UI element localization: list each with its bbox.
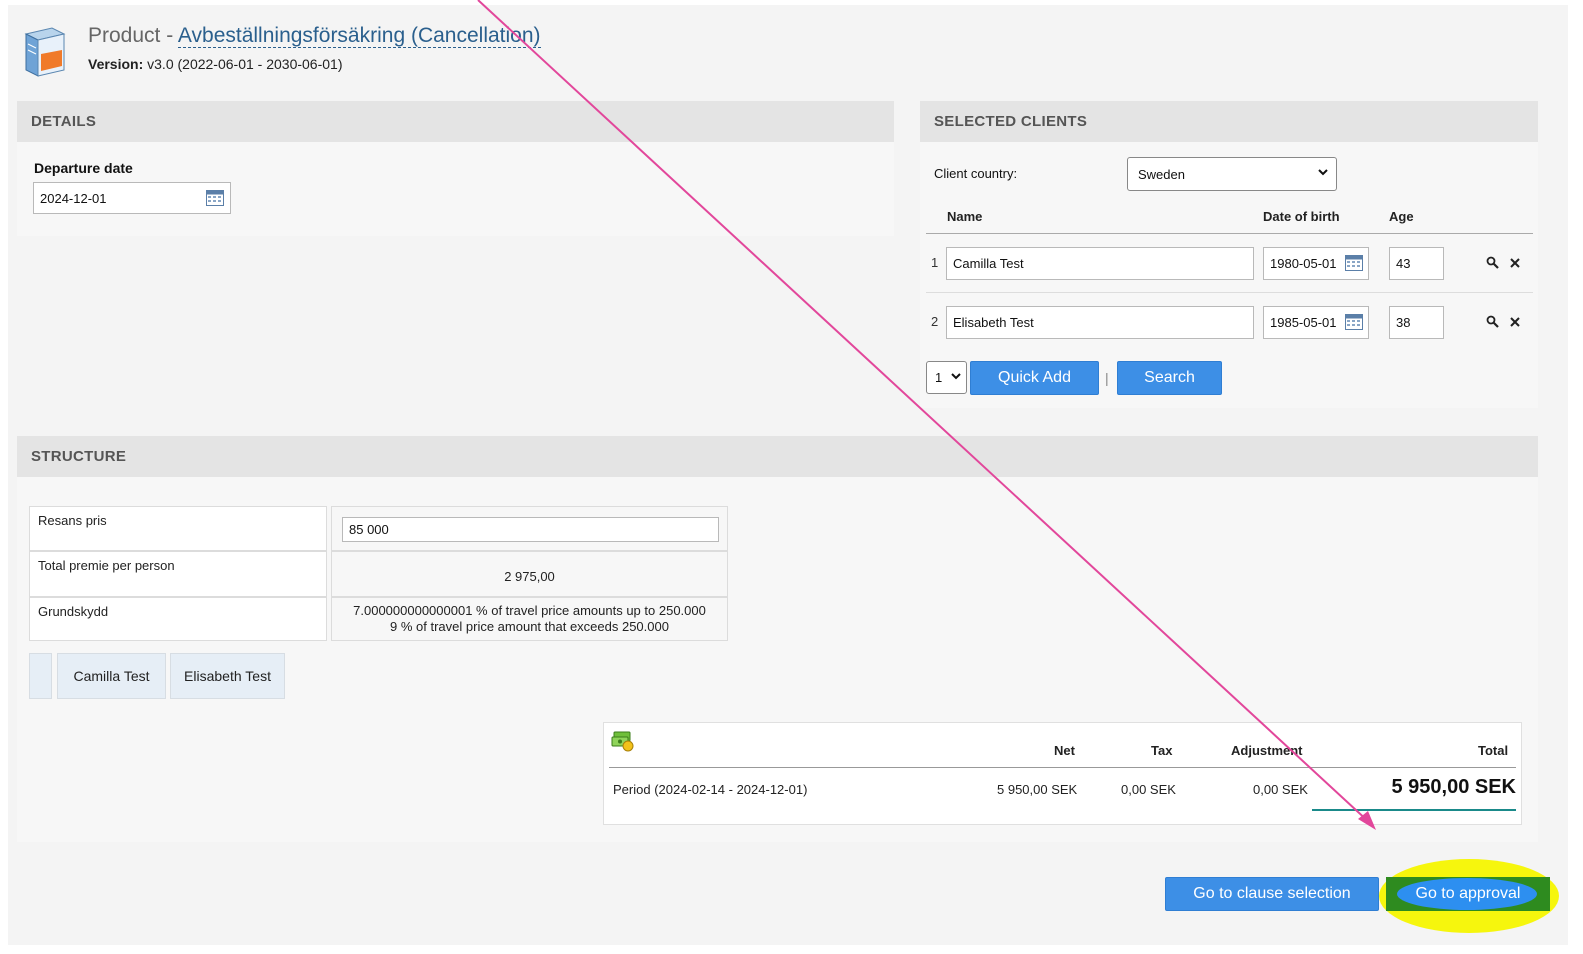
close-icon[interactable]: [1509, 316, 1521, 328]
client-age-input[interactable]: 38: [1389, 306, 1444, 339]
client-age-value: 38: [1396, 315, 1411, 330]
version-info: Version: v3.0 (2022-06-01 - 2030-06-01): [88, 56, 342, 72]
departure-date-input[interactable]: 2024-12-01: [33, 182, 231, 214]
period-label: Period (2024-02-14 - 2024-12-01): [613, 782, 808, 797]
version-label: Version:: [88, 56, 144, 72]
client-dob-value: 1980-05-01: [1270, 256, 1337, 271]
product-box-icon: [24, 27, 66, 77]
travel-price-value: 85 000: [349, 521, 389, 537]
chevron-down-icon: [951, 372, 961, 379]
go-to-clause-selection-button[interactable]: Go to clause selection: [1165, 877, 1379, 911]
quick-add-count-value: 1: [935, 370, 943, 385]
search-icon[interactable]: [1486, 315, 1500, 329]
selected-clients-heading: SELECTED CLIENTS: [920, 101, 1538, 142]
col-dob: Date of birth: [1263, 209, 1340, 224]
premium-value: 2 975,00: [331, 551, 728, 597]
chip-blank: [29, 653, 52, 699]
header-divider: [926, 233, 1533, 234]
col-net: Net: [1054, 743, 1075, 758]
structure-label: Resans pris: [29, 506, 327, 551]
adjustment-value: 0,00 SEK: [1253, 782, 1308, 797]
departure-date-value: 2024-12-01: [40, 190, 107, 206]
row-number: 1: [931, 255, 939, 270]
tax-value: 0,00 SEK: [1121, 782, 1176, 797]
row-divider: [926, 292, 1533, 293]
col-name: Name: [947, 209, 983, 224]
go-to-approval-button[interactable]: Go to approval: [1386, 877, 1550, 911]
details-heading: DETAILS: [17, 101, 894, 142]
product-title-link[interactable]: Avbeställningsförsäkring (Cancellation): [177, 24, 541, 48]
quick-add-count-select[interactable]: 1: [926, 361, 967, 394]
col-tax: Tax: [1151, 743, 1173, 758]
client-country-value: Sweden: [1138, 166, 1185, 182]
client-name-value: Elisabeth Test: [953, 315, 1034, 330]
net-value: 5 950,00 SEK: [997, 782, 1078, 797]
title-prefix: Product -: [88, 24, 178, 47]
departure-date-label: Departure date: [34, 160, 133, 176]
chevron-down-icon: [1318, 169, 1328, 176]
client-dob-value: 1985-05-01: [1270, 315, 1337, 330]
col-adjustment: Adjustment: [1231, 743, 1303, 758]
coverage-value: 7.000000000000001 % of travel price amou…: [331, 597, 728, 641]
quick-add-button[interactable]: Quick Add: [970, 361, 1099, 395]
close-icon[interactable]: [1509, 257, 1521, 269]
structure-label: Total premie per person: [29, 551, 327, 597]
version-value: v3.0 (2022-06-01 - 2030-06-01): [143, 56, 343, 72]
travel-price-input[interactable]: 85 000: [342, 517, 719, 542]
calendar-icon[interactable]: [1345, 255, 1363, 271]
client-country-label: Client country:: [934, 166, 1018, 181]
page-title: Product - Avbeställningsförsäkring (Canc…: [88, 24, 541, 48]
client-age-value: 43: [1396, 256, 1411, 271]
structure-heading: STRUCTURE: [17, 436, 1538, 477]
search-icon[interactable]: [1486, 256, 1500, 270]
col-age: Age: [1389, 209, 1414, 224]
coverage-line-2: 9 % of travel price amount that exceeds …: [390, 619, 669, 634]
total-value: 5 950,00 SEK: [1391, 776, 1516, 798]
structure-label: Grundskydd: [29, 597, 327, 641]
structure-value-cell: 85 000: [331, 506, 728, 551]
client-age-input[interactable]: 43: [1389, 247, 1444, 280]
client-name-input[interactable]: Camilla Test: [946, 247, 1254, 280]
client-country-select[interactable]: Sweden: [1127, 157, 1337, 191]
row-number: 2: [931, 314, 939, 329]
search-button[interactable]: Search: [1117, 361, 1222, 395]
separator: |: [1105, 370, 1109, 386]
client-chip[interactable]: Camilla Test: [57, 653, 166, 699]
coverage-line-1: 7.000000000000001 % of travel price amou…: [353, 603, 706, 618]
client-name-value: Camilla Test: [953, 256, 1024, 271]
calendar-icon[interactable]: [206, 190, 224, 206]
col-total: Total: [1478, 743, 1509, 758]
client-chip[interactable]: Elisabeth Test: [170, 653, 285, 699]
money-icon: [611, 731, 634, 752]
total-underline: [1312, 809, 1516, 811]
client-name-input[interactable]: Elisabeth Test: [946, 306, 1254, 339]
totals-divider: [609, 767, 1516, 768]
calendar-icon[interactable]: [1345, 314, 1363, 330]
